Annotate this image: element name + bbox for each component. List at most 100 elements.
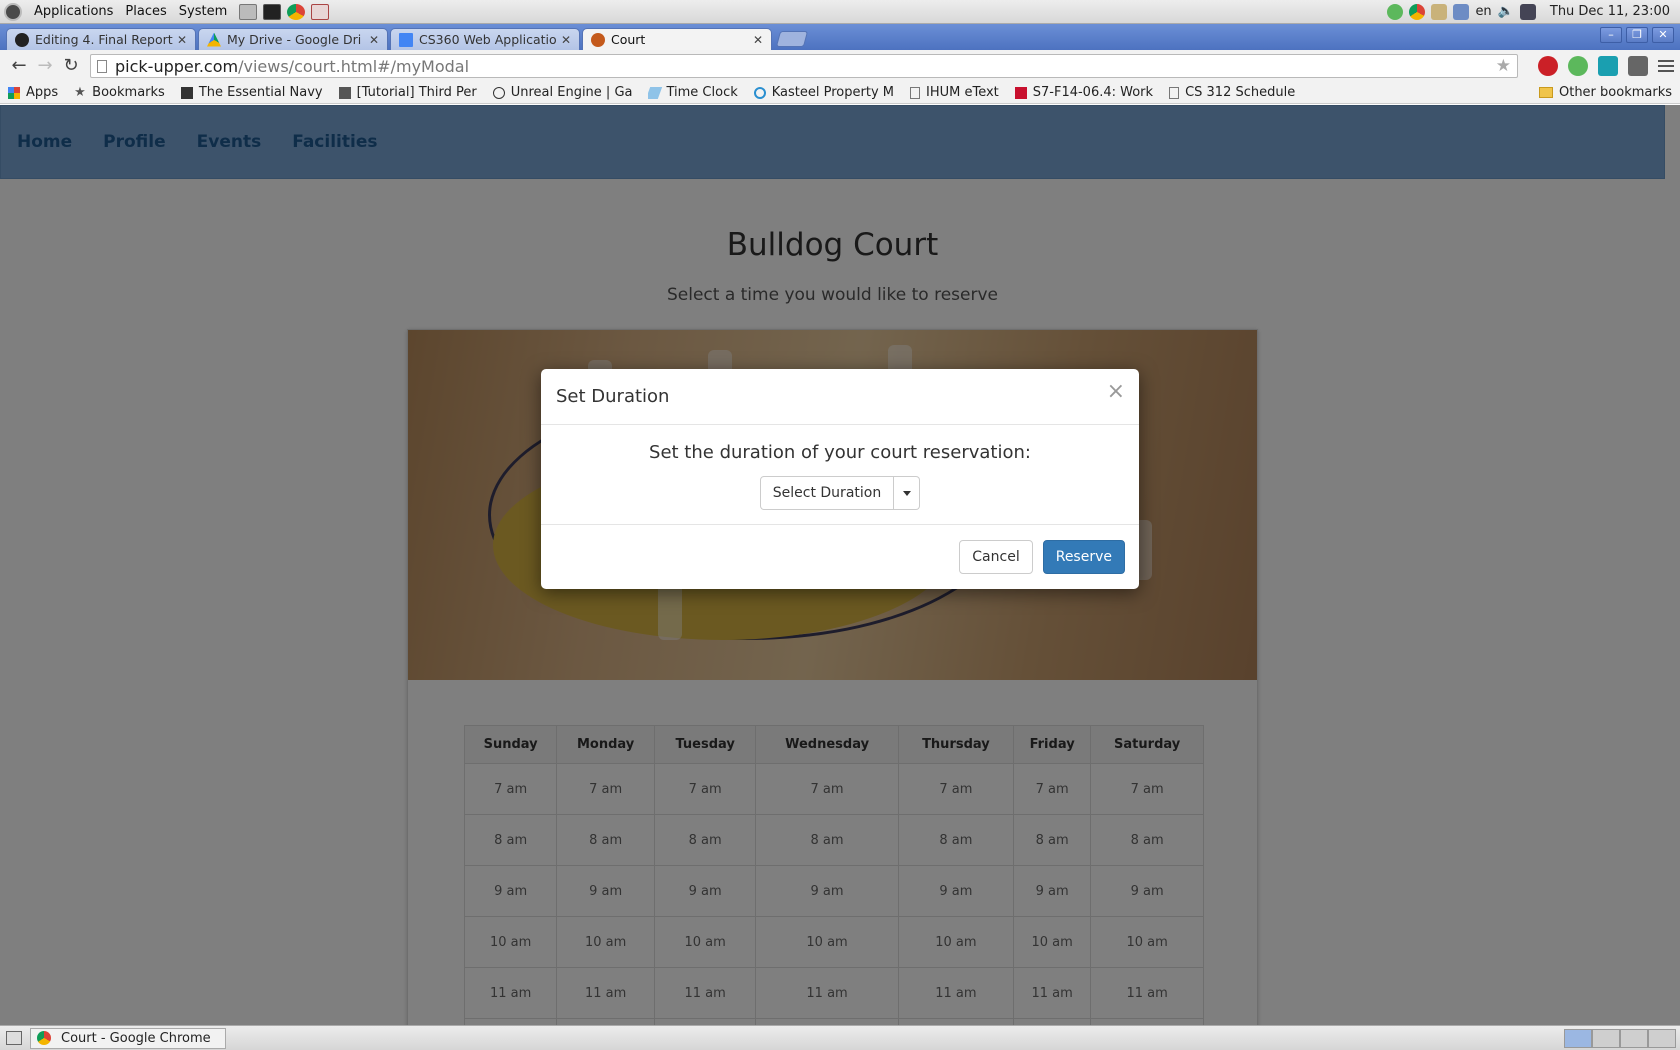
- eyedropper-extension-icon[interactable]: [1628, 56, 1648, 76]
- tab-close-icon[interactable]: ✕: [561, 33, 571, 47]
- new-tab-button[interactable]: [775, 31, 809, 47]
- apps-grid-icon: [8, 86, 20, 99]
- bookmark-label: IHUM eText: [925, 85, 999, 100]
- pinterest-extension-icon[interactable]: [1538, 56, 1558, 76]
- bookmark-kasteel-property[interactable]: Kasteel Property M: [753, 85, 894, 100]
- workspace-1[interactable]: [1564, 1028, 1592, 1048]
- navy-favicon-icon: [180, 86, 193, 99]
- gnome-top-panel: Applications Places System en 🔈 Thu Dec …: [0, 0, 1680, 24]
- github-icon: [15, 32, 29, 47]
- workspace-2[interactable]: [1592, 1028, 1620, 1048]
- chrome-menu-icon[interactable]: [1658, 60, 1674, 72]
- browser-tab-strip: Editing 4. Final Report ✕ My Drive - Goo…: [0, 24, 1680, 50]
- duration-dropdown-toggle[interactable]: [894, 476, 921, 510]
- bookmark-ihum-etext[interactable]: IHUM eText: [909, 85, 999, 100]
- star-icon: ★: [74, 85, 86, 100]
- chrome-launcher-icon[interactable]: [287, 3, 306, 20]
- tab-close-icon[interactable]: ✕: [753, 33, 763, 47]
- epic-favicon-icon: [338, 86, 351, 99]
- restore-window-icon[interactable]: ❐: [1626, 27, 1648, 43]
- tab-close-icon[interactable]: ✕: [369, 33, 379, 47]
- bookmark-label: Unreal Engine | Ga: [510, 85, 633, 100]
- bookmark-star-icon[interactable]: ★: [1496, 56, 1511, 76]
- panel-clock[interactable]: Thu Dec 11, 23:00: [1550, 4, 1670, 19]
- modal-footer: Cancel Reserve: [541, 525, 1139, 574]
- bookmark-time-clock[interactable]: Time Clock: [648, 85, 738, 100]
- taskbar-window-button[interactable]: Court - Google Chrome: [30, 1027, 226, 1049]
- volume-icon[interactable]: 🔈: [1498, 4, 1514, 19]
- duration-dropdown: Select Duration: [759, 476, 921, 510]
- workspace-switcher: [1564, 1028, 1676, 1048]
- workspace-3[interactable]: [1620, 1028, 1648, 1048]
- app-launcher-icon[interactable]: [311, 3, 330, 20]
- select-duration-button[interactable]: Select Duration: [759, 476, 895, 510]
- keyboard-language[interactable]: en: [1475, 4, 1491, 19]
- forward-arrow-icon[interactable]: →: [32, 53, 58, 79]
- address-bar[interactable]: pick-upper.com/views/court.html#/myModal…: [90, 54, 1518, 78]
- page-icon: [97, 59, 107, 73]
- tracking-extension-icon[interactable]: [1598, 56, 1618, 76]
- modal-title: Set Duration: [556, 386, 670, 407]
- file-manager-launcher-icon[interactable]: [239, 3, 258, 20]
- bookmark-s7-f14-work[interactable]: S7-F14-06.4: Work: [1014, 85, 1153, 100]
- bookmark-cs312-schedule[interactable]: CS 312 Schedule: [1169, 85, 1295, 100]
- bookmark-label: Time Clock: [666, 85, 738, 100]
- show-desktop-icon[interactable]: [6, 1031, 22, 1045]
- tab-cs360-web-application[interactable]: CS360 Web Applicatio ✕: [390, 28, 580, 50]
- bookmarks-bar: Apps ★ Bookmarks The Essential Navy [Tut…: [0, 82, 1680, 104]
- bookmark-unreal-engine[interactable]: Unreal Engine | Ga: [492, 85, 633, 100]
- minimize-window-icon[interactable]: –: [1600, 27, 1622, 43]
- kasteel-favicon-icon: [753, 86, 766, 99]
- reload-icon[interactable]: ↻: [58, 53, 84, 79]
- chevron-down-icon: [902, 490, 911, 496]
- gnome-bottom-panel: Court - Google Chrome: [0, 1025, 1680, 1050]
- workspace-tray-icon[interactable]: [1453, 3, 1470, 20]
- menu-applications[interactable]: Applications: [28, 4, 119, 19]
- menu-places[interactable]: Places: [119, 4, 172, 19]
- back-arrow-icon[interactable]: ←: [6, 53, 32, 79]
- tab-close-icon[interactable]: ✕: [177, 33, 187, 47]
- bookmark-other[interactable]: Other bookmarks: [1538, 85, 1672, 100]
- bookmark-tutorial-third-person[interactable]: [Tutorial] Third Per: [338, 85, 477, 100]
- evernote-tray-icon[interactable]: [1387, 3, 1404, 20]
- modal-body: Set the duration of your court reservati…: [541, 425, 1139, 525]
- system-tray: en 🔈 Thu Dec 11, 23:00: [1387, 3, 1680, 20]
- bookmark-apps[interactable]: Apps: [8, 85, 58, 100]
- cancel-button[interactable]: Cancel: [959, 540, 1033, 574]
- reserve-button[interactable]: Reserve: [1042, 540, 1125, 574]
- url-path: /views/court.html#/myModal: [238, 56, 470, 76]
- unreal-favicon-icon: [492, 86, 505, 99]
- tab-title: My Drive - Google Dri: [227, 32, 362, 47]
- page-icon: [909, 86, 920, 99]
- basketball-icon: [591, 32, 605, 47]
- page-icon: [1169, 86, 1180, 99]
- time-clock-favicon-icon: [648, 86, 663, 99]
- close-icon[interactable]: ×: [1107, 381, 1125, 403]
- set-duration-modal: Set Duration × Set the duration of your …: [541, 369, 1139, 589]
- browser-toolbar: ← → ↻ pick-upper.com/views/court.html#/m…: [0, 50, 1680, 82]
- distro-logo-icon[interactable]: [4, 2, 22, 21]
- tab-title: CS360 Web Applicatio: [419, 32, 557, 47]
- bookmark-label: [Tutorial] Third Per: [356, 85, 477, 100]
- folder-icon: [1538, 87, 1553, 98]
- bookmark-label: Bookmarks: [92, 85, 165, 100]
- tab-title: Court: [611, 32, 646, 47]
- bookmark-bookmarks[interactable]: ★ Bookmarks: [74, 85, 165, 100]
- window-controls: – ❐ ✕: [1600, 27, 1674, 43]
- bookmark-label: Other bookmarks: [1558, 85, 1672, 100]
- bookmark-essential-navy[interactable]: The Essential Navy: [180, 85, 323, 100]
- chrome-icon: [37, 1031, 51, 1045]
- tab-court[interactable]: Court ✕: [582, 28, 772, 50]
- bookmark-label: Kasteel Property M: [771, 85, 894, 100]
- tab-editing-final-report[interactable]: Editing 4. Final Report ✕: [6, 28, 196, 50]
- bookmark-label: Apps: [26, 85, 59, 100]
- evernote-extension-icon[interactable]: [1568, 56, 1588, 76]
- network-icon[interactable]: [1519, 3, 1536, 20]
- clipboard-tray-icon[interactable]: [1431, 3, 1448, 20]
- chrome-tray-icon[interactable]: [1409, 3, 1426, 20]
- close-window-icon[interactable]: ✕: [1652, 27, 1674, 43]
- tab-my-drive[interactable]: My Drive - Google Dri ✕: [198, 28, 388, 50]
- terminal-launcher-icon[interactable]: [263, 3, 282, 20]
- workspace-4[interactable]: [1648, 1028, 1676, 1048]
- menu-system[interactable]: System: [173, 4, 233, 19]
